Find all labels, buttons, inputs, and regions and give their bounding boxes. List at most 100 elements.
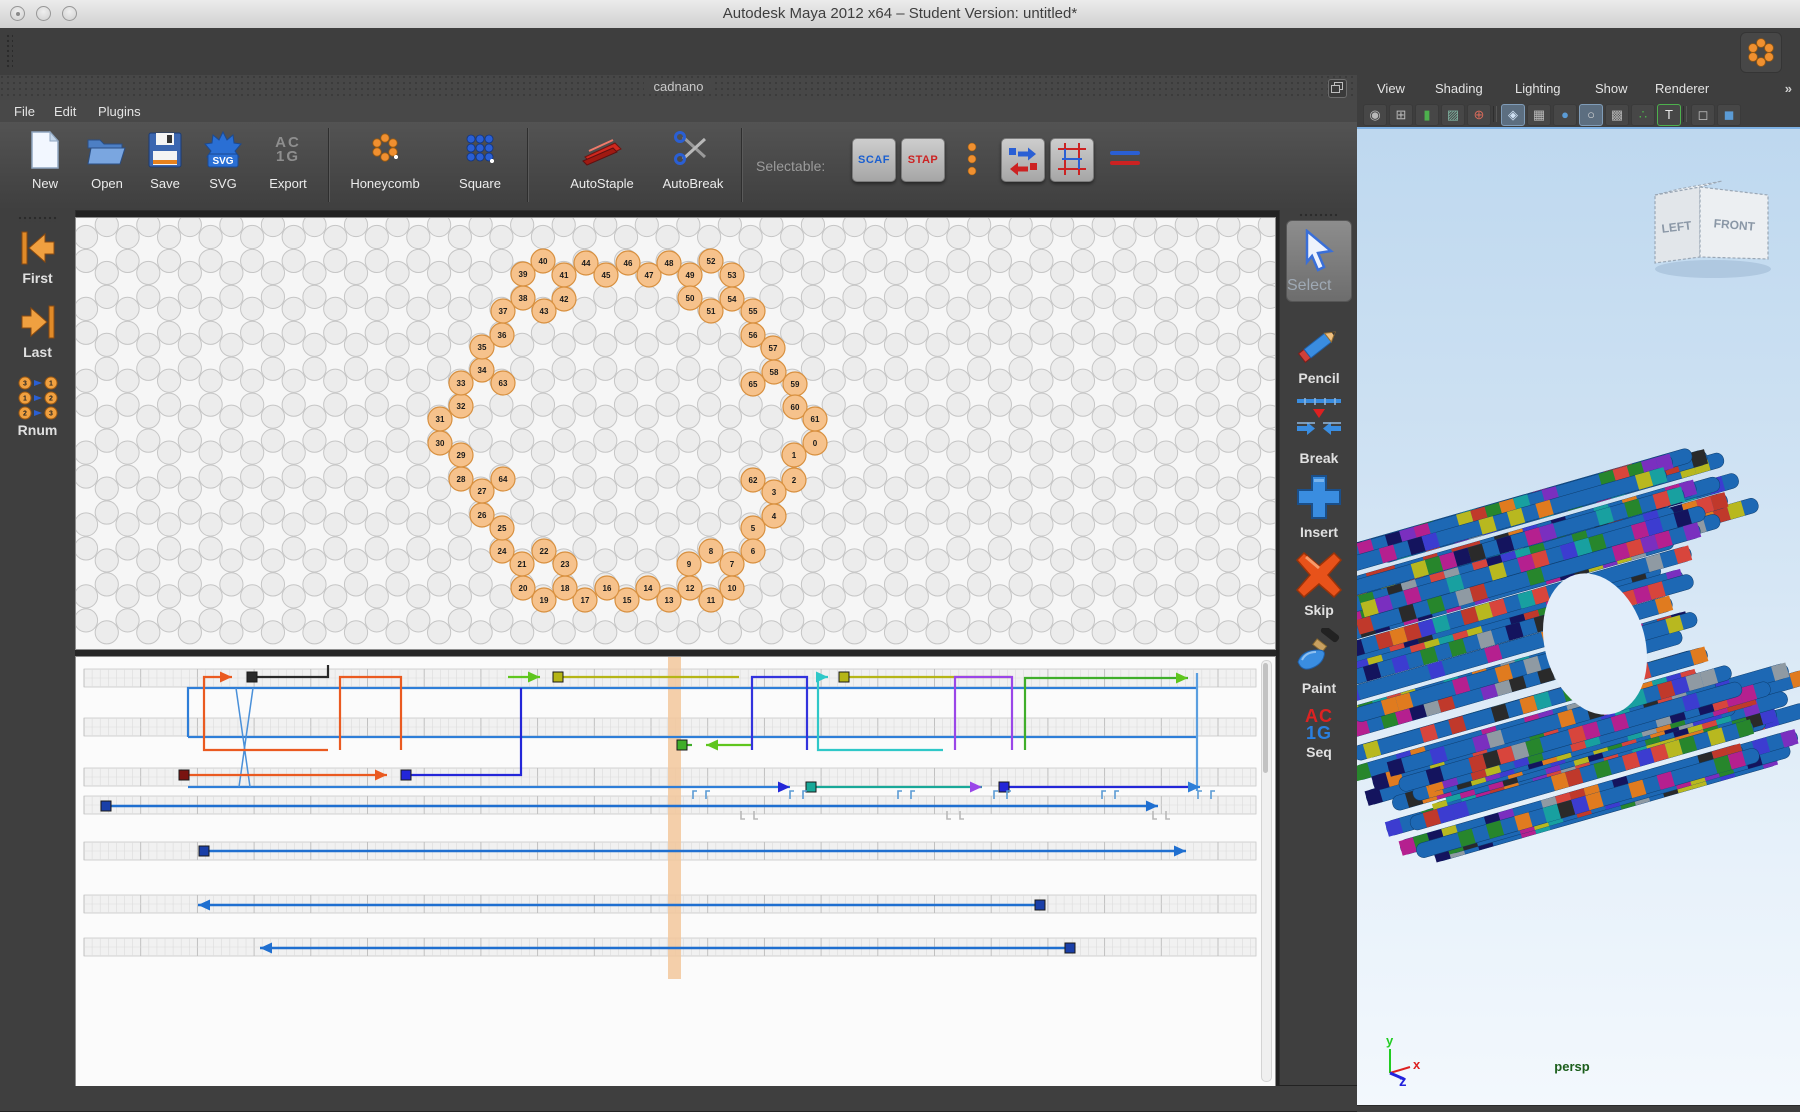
cadnano-shelf-button[interactable]: [1740, 32, 1782, 73]
helix-number: 17: [581, 596, 590, 605]
svg-button[interactable]: SVG SVG: [194, 128, 252, 191]
slice-view[interactable]: 0 1 2 3 4 5 6 7 8 9 10 11 12 13 14 15 16 17 18 19 20 21 22 23 24…: [75, 217, 1276, 650]
svg-text:z: z: [1399, 1073, 1407, 1090]
cadnano-panel-titlebar[interactable]: cadnano: [0, 75, 1357, 101]
rnum-button[interactable]: 311223 Rnum: [0, 376, 75, 438]
autostaple-button[interactable]: AutoStaple: [552, 128, 652, 191]
slice-slider-band[interactable]: [668, 657, 681, 979]
cylinder-icon[interactable]: ◼: [1717, 104, 1741, 126]
svg-text:2: 2: [49, 396, 53, 403]
shaded-sphere-icon[interactable]: ●: [1553, 104, 1577, 126]
pencil-tool-button[interactable]: Pencil: [1280, 320, 1358, 386]
menu-show[interactable]: Show: [1589, 79, 1634, 98]
helix-number: 22: [540, 547, 549, 556]
vertex-balls-icon[interactable]: ∴: [1631, 104, 1655, 126]
selectable-label: Selectable:: [756, 158, 826, 174]
helix-number: 48: [665, 259, 674, 268]
perspective-viewport[interactable]: LEFT FRONT y x z persp: [1357, 127, 1800, 1105]
select-tool-button[interactable]: Select: [1286, 220, 1352, 302]
helix-number: 32: [457, 402, 466, 411]
helix-number: 38: [519, 294, 528, 303]
menu-lighting[interactable]: Lighting: [1509, 79, 1567, 98]
break-tool-button[interactable]: Break: [1280, 396, 1358, 466]
new-button[interactable]: New: [15, 128, 75, 191]
honeycomb-button[interactable]: Honeycomb: [338, 128, 432, 191]
helix-number: 34: [478, 366, 487, 375]
toolbar-grip[interactable]: [1299, 213, 1339, 219]
flat-circle-icon[interactable]: ○: [1579, 104, 1603, 126]
helix-number: 14: [644, 584, 653, 593]
view-cube[interactable]: LEFT FRONT: [1654, 180, 1771, 278]
xray-icon[interactable]: ▩: [1605, 104, 1629, 126]
shelf-grip[interactable]: [6, 34, 13, 68]
scissors-icon: [650, 128, 736, 172]
insert-plus-icon: [1297, 475, 1341, 519]
paint-tool-button[interactable]: Paint: [1280, 628, 1358, 696]
texture-icon[interactable]: T: [1657, 104, 1681, 126]
square-lattice-icon: [444, 128, 516, 172]
helix-number: 56: [749, 331, 758, 340]
menu-renderer[interactable]: Renderer: [1649, 79, 1715, 98]
cadnano-right-toolbar: Select Pencil Break Insert Skip Paint AC…: [1279, 210, 1358, 1085]
bookmark-icon[interactable]: ▮: [1415, 104, 1439, 126]
insert-tool-button[interactable]: Insert: [1280, 472, 1358, 540]
crossover-button[interactable]: [1050, 138, 1094, 182]
svg-text:1: 1: [23, 396, 27, 403]
menu-file[interactable]: File: [8, 102, 41, 121]
cube-icon[interactable]: ◻: [1691, 104, 1715, 126]
menu-overflow-chevron[interactable]: »: [1785, 81, 1792, 96]
helix-number: 64: [499, 475, 508, 484]
menu-edit[interactable]: Edit: [48, 102, 82, 121]
save-button[interactable]: Save: [137, 128, 193, 191]
menu-view[interactable]: View: [1371, 79, 1411, 98]
paint-brush-icon: [1297, 628, 1340, 670]
toolbar-grip[interactable]: [18, 216, 58, 222]
helix-number: 12: [686, 584, 695, 593]
path-view[interactable]: [75, 656, 1276, 1087]
zoom-select-icon[interactable]: ⊕: [1467, 104, 1491, 126]
scaf-toggle-button[interactable]: SCAF: [852, 138, 896, 182]
helix-number: 4: [772, 512, 777, 521]
svg-text:SVG: SVG: [212, 156, 233, 167]
menu-plugins[interactable]: Plugins: [92, 102, 147, 121]
helix-number: 47: [645, 271, 654, 280]
image-plane-icon[interactable]: ▨: [1441, 104, 1465, 126]
strand-lines-icon: [1108, 148, 1142, 170]
export-button[interactable]: AC 1G Export: [256, 128, 320, 191]
helix-number: 43: [540, 307, 549, 316]
helix-number: 46: [624, 259, 633, 268]
mac-titlebar: Autodesk Maya 2012 x64 – Student Version…: [0, 0, 1800, 29]
autobreak-button[interactable]: AutoBreak: [650, 128, 736, 191]
svg-export-icon: SVG: [194, 128, 252, 172]
honeycomb-lattice-icon: [338, 128, 432, 172]
strand-direction-button[interactable]: [1001, 138, 1045, 182]
menu-shading[interactable]: Shading: [1429, 79, 1489, 98]
helix-number: 13: [665, 596, 674, 605]
skip-tool-button[interactable]: Skip: [1280, 550, 1358, 618]
film-gate-icon[interactable]: ▦: [1527, 104, 1551, 126]
helix-number: 50: [686, 294, 695, 303]
open-folder-icon: [77, 128, 137, 172]
path-scrollbar[interactable]: [1261, 660, 1272, 1082]
svg-text:1: 1: [49, 381, 53, 388]
first-button[interactable]: First: [0, 228, 75, 286]
break-icon: [1297, 398, 1341, 435]
maya-shelf: [0, 28, 1800, 76]
helix-number: 60: [791, 403, 800, 412]
wireframe-sphere-icon[interactable]: ◈: [1501, 104, 1525, 126]
stap-toggle-button[interactable]: STAP: [901, 138, 945, 182]
nanotube-3d-model: [1357, 448, 1800, 863]
last-button[interactable]: Last: [0, 302, 75, 360]
camera-icon[interactable]: ◉: [1363, 104, 1387, 126]
helix-number: 45: [602, 271, 611, 280]
camera-attributes-icon[interactable]: ⊞: [1389, 104, 1413, 126]
square-lattice-button[interactable]: Square: [444, 128, 516, 191]
helix-number: 9: [687, 560, 692, 569]
seq-tool-button[interactable]: AC 1G Seq: [1280, 707, 1358, 761]
panel-restore-icon[interactable]: [1328, 79, 1347, 98]
cadnano-panel-title: cadnano: [0, 79, 1357, 94]
toolbar-handle-dots[interactable]: [966, 142, 978, 178]
toolbar-separator: [328, 128, 330, 202]
open-button[interactable]: Open: [77, 128, 137, 191]
path-scrollbar-thumb[interactable]: [1263, 663, 1268, 773]
